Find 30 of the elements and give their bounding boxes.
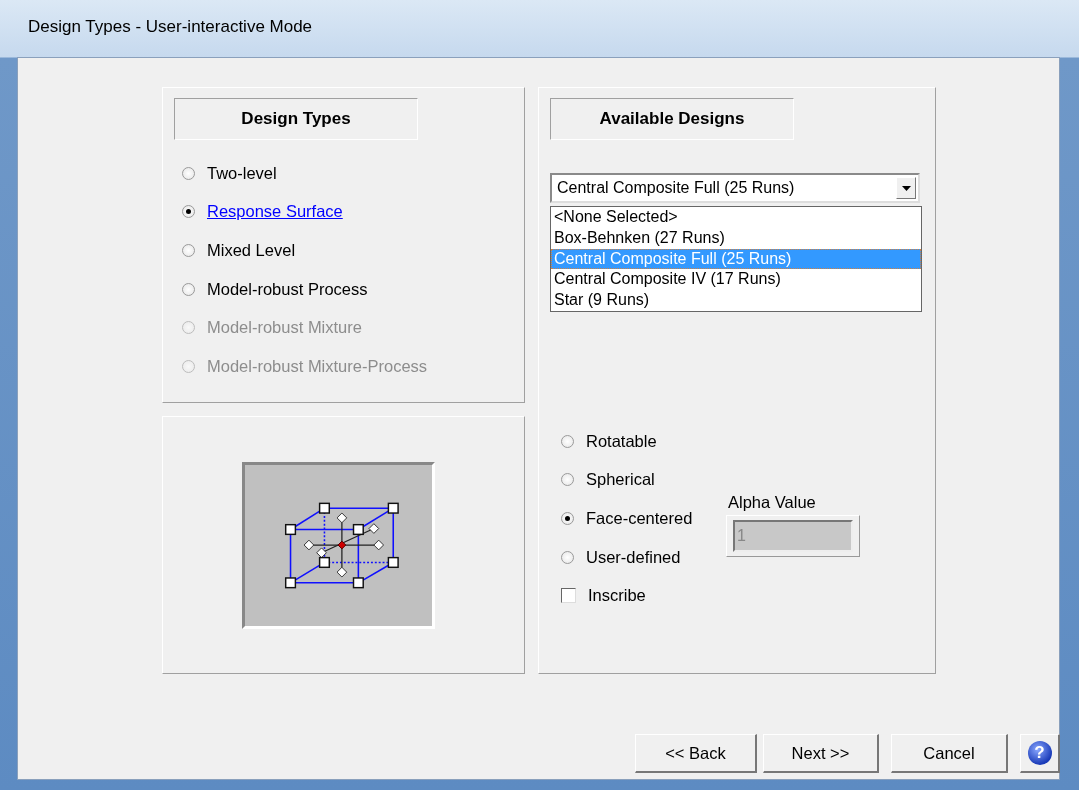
radio-label[interactable]: Response Surface (207, 202, 343, 222)
radio-button[interactable] (182, 244, 195, 257)
dialog-button[interactable]: << Back (635, 734, 757, 773)
radio-label[interactable]: Rotatable (586, 431, 657, 451)
checkbox[interactable] (561, 588, 576, 604)
panel-heading: Available Designs (550, 98, 794, 140)
radio-button[interactable] (561, 434, 574, 448)
radio-label[interactable]: Model-robust Process (207, 279, 368, 299)
design-dropdown[interactable]: Central Composite Full (25 Runs) (550, 173, 920, 203)
panel-heading: Design Types (174, 98, 418, 140)
radio-label[interactable]: Face-centered (586, 508, 693, 528)
window-title: Design Types - User-interactive Mode (28, 17, 313, 37)
radio-label[interactable]: Two-level (207, 163, 277, 183)
checkbox-label[interactable]: Inscribe (588, 586, 646, 606)
dialog-button[interactable]: Next >> (763, 734, 879, 773)
list-item[interactable]: Central Composite IV (17 Runs) (551, 269, 921, 291)
list-item[interactable]: Star (9 Runs) (551, 290, 921, 311)
dialog-button[interactable]: Cancel (891, 734, 1008, 773)
radio-label[interactable]: User-defined (586, 547, 681, 567)
list-item[interactable]: Box-Behnken (27 Runs) (551, 227, 921, 249)
radio-label[interactable]: Spherical (586, 470, 655, 490)
radio-button[interactable] (182, 205, 195, 219)
radio-button[interactable] (182, 166, 195, 180)
field-label: Alpha Value (727, 493, 817, 512)
radio-button[interactable] (561, 473, 574, 487)
radio-button[interactable] (561, 550, 574, 564)
radio-button[interactable] (182, 282, 195, 296)
radio-label[interactable]: Mixed Level (207, 241, 296, 260)
list-item[interactable]: <None Selected> (551, 207, 921, 228)
radio-button[interactable] (561, 511, 574, 525)
